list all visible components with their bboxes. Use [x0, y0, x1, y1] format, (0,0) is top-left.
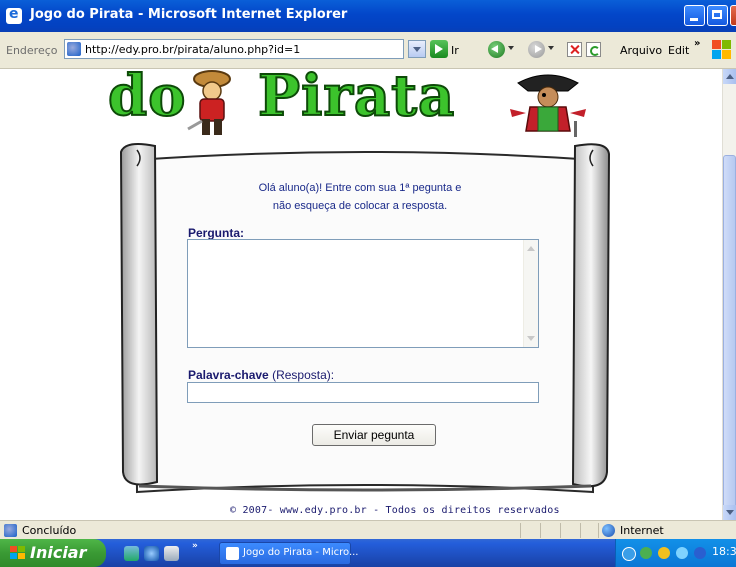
ie-task-icon	[226, 547, 239, 560]
start-button[interactable]: Iniciar	[0, 539, 106, 567]
back-button[interactable]	[488, 41, 505, 58]
menu-edit[interactable]: Edit	[668, 44, 689, 57]
keyword-input[interactable]	[187, 382, 539, 403]
ie-icon	[6, 6, 22, 24]
windows-flag-icon	[10, 546, 26, 560]
intro-message: Olá aluno(a)! Entre com sua 1ª pegunta e…	[190, 179, 530, 215]
minimize-button[interactable]	[684, 5, 705, 26]
security-zone-label: Internet	[620, 524, 664, 537]
small-pirate-illustration	[187, 70, 231, 135]
quicklaunch-desktop-icon[interactable]	[164, 546, 179, 561]
system-tray: 18:35	[615, 539, 736, 567]
internet-globe-icon	[602, 524, 615, 537]
window-title: Jogo do Pirata - Microsoft Internet Expl…	[30, 7, 348, 22]
big-pirate-illustration	[510, 74, 586, 137]
quicklaunch-network-icon[interactable]	[124, 546, 139, 561]
clock[interactable]: 18:35	[712, 545, 736, 558]
address-url: http://edy.pro.br/pirata/aluno.php?id=1	[85, 43, 301, 56]
scroll-thumb[interactable]	[723, 155, 736, 515]
address-dropdown-button[interactable]	[408, 40, 426, 58]
go-button-label[interactable]: Ir	[451, 44, 459, 57]
status-text: Concluído	[22, 524, 77, 537]
tray-shield-icon[interactable]	[658, 547, 670, 559]
keyword-label-rest: (Resposta):	[268, 368, 335, 382]
tray-ie-icon[interactable]	[694, 547, 706, 559]
textarea-scrollbar[interactable]	[523, 240, 538, 347]
scroll-down-icon[interactable]	[723, 505, 736, 520]
page-viewport: do Pirata Olá aluno(a)! Entre com sua 1ª…	[0, 69, 722, 520]
status-bar: Concluído Internet	[0, 520, 736, 540]
intro-line-1: Olá aluno(a)! Entre com sua 1ª pegunta e	[258, 182, 462, 194]
question-textarea[interactable]	[187, 239, 539, 348]
toolbar-more-chevron[interactable]: »	[694, 38, 700, 49]
tray-arrow-icon[interactable]	[622, 547, 636, 561]
forward-button[interactable]	[528, 41, 545, 58]
address-input[interactable]: http://edy.pro.br/pirata/aluno.php?id=1	[64, 39, 404, 59]
quicklaunch-ie-icon[interactable]	[144, 546, 159, 561]
go-arrow-icon[interactable]	[430, 40, 448, 58]
back-dropdown-icon[interactable]	[508, 46, 514, 50]
refresh-button[interactable]	[586, 42, 601, 57]
close-button[interactable]	[730, 5, 736, 26]
windows-logo-icon	[712, 40, 732, 60]
window-title-bar[interactable]: Jogo do Pirata - Microsoft Internet Expl…	[0, 0, 736, 32]
status-divider	[598, 523, 599, 538]
page-scrollbar[interactable]	[722, 69, 736, 520]
logo-word-do: do	[107, 69, 187, 130]
scroll-up-icon[interactable]	[723, 69, 736, 84]
keyword-label: Palavra-chave (Resposta):	[188, 368, 334, 382]
intro-line-2: não esqueça de colocar a resposta.	[272, 200, 448, 212]
address-label: Endereço	[6, 44, 58, 57]
start-label: Iniciar	[30, 543, 87, 562]
taskbar: Iniciar » Jogo do Pirata - Micro... 18:3…	[0, 539, 736, 567]
page-icon	[67, 42, 81, 56]
textarea-scroll-up-icon[interactable]	[524, 241, 538, 256]
page-done-icon	[4, 524, 17, 537]
taskbar-window-label: Jogo do Pirata - Micro...	[243, 547, 359, 558]
taskbar-window-button[interactable]: Jogo do Pirata - Micro...	[219, 542, 358, 565]
quicklaunch-more-chevron[interactable]: »	[192, 541, 198, 551]
footer-copyright: © 2007- www.edy.pro.br - Todos os direit…	[230, 505, 560, 516]
tray-network-icon[interactable]	[640, 547, 652, 559]
address-toolbar: Endereço http://edy.pro.br/pirata/aluno.…	[0, 32, 736, 69]
menu-file[interactable]: Arquivo	[620, 44, 662, 57]
submit-question-button[interactable]: Enviar pegunta	[312, 424, 436, 446]
textarea-scroll-down-icon[interactable]	[524, 331, 538, 346]
status-divider	[520, 523, 521, 538]
logo-word-pirata: Pirata	[257, 69, 456, 130]
maximize-button[interactable]	[707, 5, 728, 26]
pirata-logo: do Pirata	[107, 69, 588, 144]
question-label: Pergunta:	[188, 226, 245, 240]
stop-button[interactable]	[567, 42, 582, 57]
status-divider	[560, 523, 561, 538]
status-divider	[540, 523, 541, 538]
tray-status-icon[interactable]	[676, 547, 688, 559]
status-divider	[580, 523, 581, 538]
forward-dropdown-icon[interactable]	[548, 46, 554, 50]
keyword-label-bold: Palavra-chave	[188, 368, 269, 382]
